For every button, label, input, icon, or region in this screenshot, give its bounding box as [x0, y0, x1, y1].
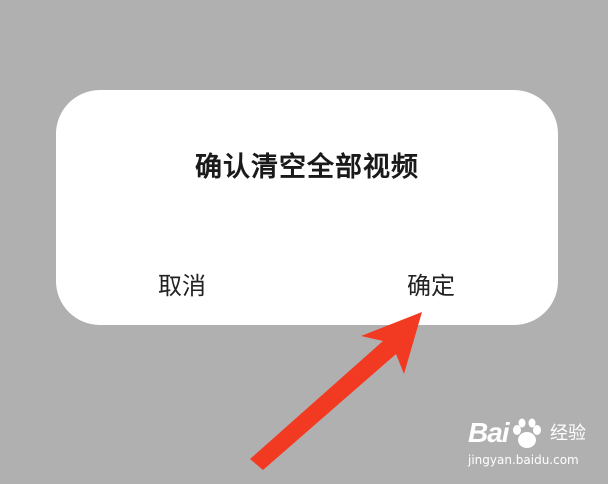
cancel-button[interactable]: 取消: [112, 262, 252, 310]
dialog-title: 确认清空全部视频: [195, 152, 419, 183]
baidu-jingyan-watermark: Bai 经验 jingyan.baidu.com: [468, 416, 598, 470]
watermark-url: jingyan.baidu.com: [468, 453, 579, 467]
arrow-shape: [250, 312, 422, 470]
baidu-paw-icon: [513, 418, 541, 448]
baidu-logo-text: Bai: [468, 417, 510, 448]
brand-text: 经验: [550, 423, 586, 444]
dimmed-overlay[interactable]: 确认清空全部视频 取消 确定 Bai 经验 jingyan.baidu.com: [0, 0, 608, 484]
confirm-button[interactable]: 确定: [361, 262, 501, 310]
dialog-actions: 取消 确定: [56, 262, 558, 310]
confirm-dialog: 确认清空全部视频 取消 确定: [56, 90, 558, 325]
